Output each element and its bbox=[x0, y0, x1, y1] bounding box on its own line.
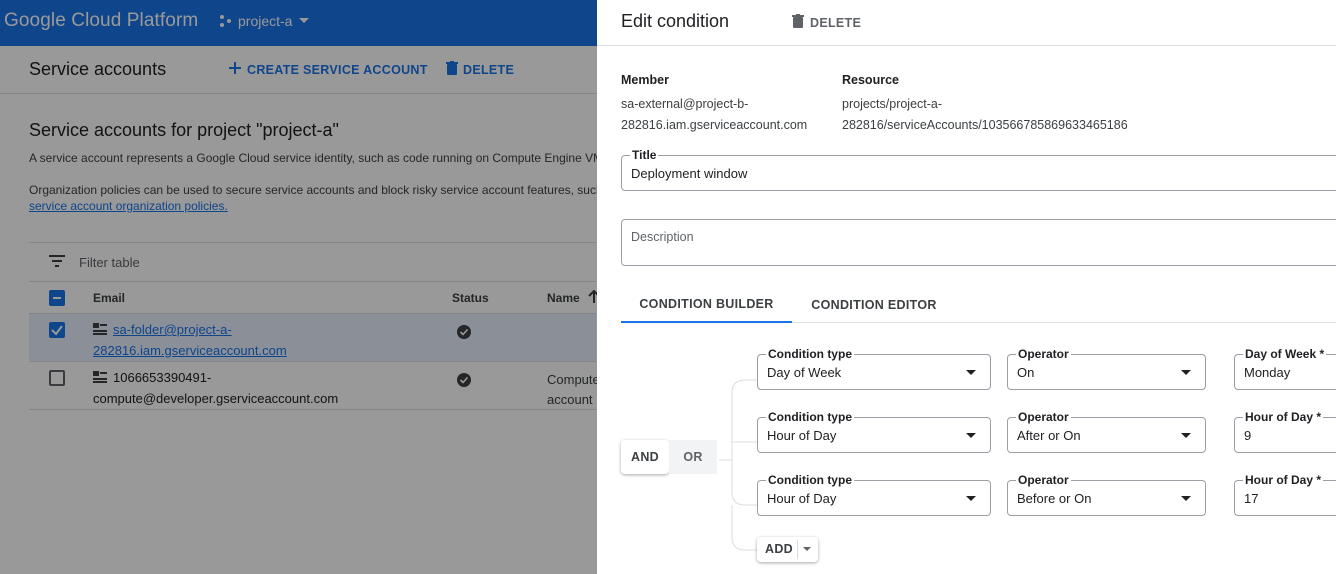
operator-select[interactable]: Operator Before or On bbox=[1007, 473, 1206, 516]
operator-label: Operator bbox=[1016, 410, 1071, 424]
dropdown-arrow-icon bbox=[966, 370, 976, 375]
condition-type-select[interactable]: Condition type Hour of Day bbox=[757, 473, 991, 516]
condition-type-value: Hour of Day bbox=[767, 428, 837, 443]
delete-label: DELETE bbox=[810, 15, 862, 30]
or-toggle[interactable]: OR bbox=[669, 440, 717, 474]
condition-type-label: Condition type bbox=[766, 410, 854, 424]
value-value: 17 bbox=[1244, 491, 1259, 506]
operator-select[interactable]: Operator After or On bbox=[1007, 410, 1206, 453]
condition-type-select[interactable]: Condition type Hour of Day bbox=[757, 410, 991, 453]
resource-line: projects/project-a- bbox=[842, 97, 943, 111]
chevron-down-icon[interactable] bbox=[803, 547, 811, 551]
operator-label: Operator bbox=[1016, 347, 1071, 361]
condition-type-label: Condition type bbox=[766, 473, 854, 487]
dropdown-arrow-icon bbox=[966, 433, 976, 438]
value-label: Day of Week * bbox=[1243, 347, 1327, 361]
condition-type-select[interactable]: Condition type Day of Week bbox=[757, 347, 991, 390]
condition-type-label: Condition type bbox=[766, 347, 854, 361]
value-value: 9 bbox=[1244, 428, 1252, 443]
dropdown-arrow-icon bbox=[1181, 433, 1191, 438]
hour-of-day-field[interactable]: Hour of Day * 17 bbox=[1234, 473, 1336, 516]
resource-line: 282816/serviceAccounts/10356678586963346… bbox=[842, 118, 1128, 132]
divider bbox=[797, 540, 798, 559]
resource-value: projects/project-a- 282816/serviceAccoun… bbox=[842, 94, 1128, 136]
operator-label: Operator bbox=[1016, 473, 1071, 487]
hour-of-day-field[interactable]: Hour of Day * 9 bbox=[1234, 410, 1336, 453]
condition-tree-lines bbox=[719, 379, 757, 551]
dropdown-arrow-icon bbox=[966, 496, 976, 501]
delete-condition-button[interactable]: DELETE bbox=[792, 14, 861, 31]
condition-type-value: Hour of Day bbox=[767, 491, 837, 506]
value-label: Hour of Day * bbox=[1243, 410, 1324, 424]
value-value: Monday bbox=[1244, 365, 1291, 380]
value-label: Hour of Day * bbox=[1243, 473, 1324, 487]
operator-value: On bbox=[1017, 365, 1035, 380]
tab-condition-editor[interactable]: CONDITION EDITOR bbox=[792, 286, 956, 323]
dropdown-arrow-icon bbox=[1181, 370, 1191, 375]
edit-condition-panel: Edit condition DELETE Member sa-external… bbox=[597, 0, 1336, 574]
resource-label: Resource bbox=[842, 73, 899, 87]
operator-value: Before or On bbox=[1017, 491, 1092, 506]
add-label: ADD bbox=[765, 542, 793, 556]
day-of-week-field[interactable]: Day of Week * Monday bbox=[1234, 347, 1336, 390]
modal-scrim[interactable] bbox=[0, 0, 597, 574]
and-toggle[interactable]: AND bbox=[621, 440, 669, 474]
condition-type-value: Day of Week bbox=[767, 365, 842, 380]
trash-icon bbox=[792, 14, 804, 31]
add-condition-button[interactable]: ADD bbox=[757, 537, 818, 562]
operator-select[interactable]: Operator On bbox=[1007, 347, 1206, 390]
operator-value: After or On bbox=[1017, 428, 1081, 443]
dropdown-arrow-icon bbox=[1181, 496, 1191, 501]
